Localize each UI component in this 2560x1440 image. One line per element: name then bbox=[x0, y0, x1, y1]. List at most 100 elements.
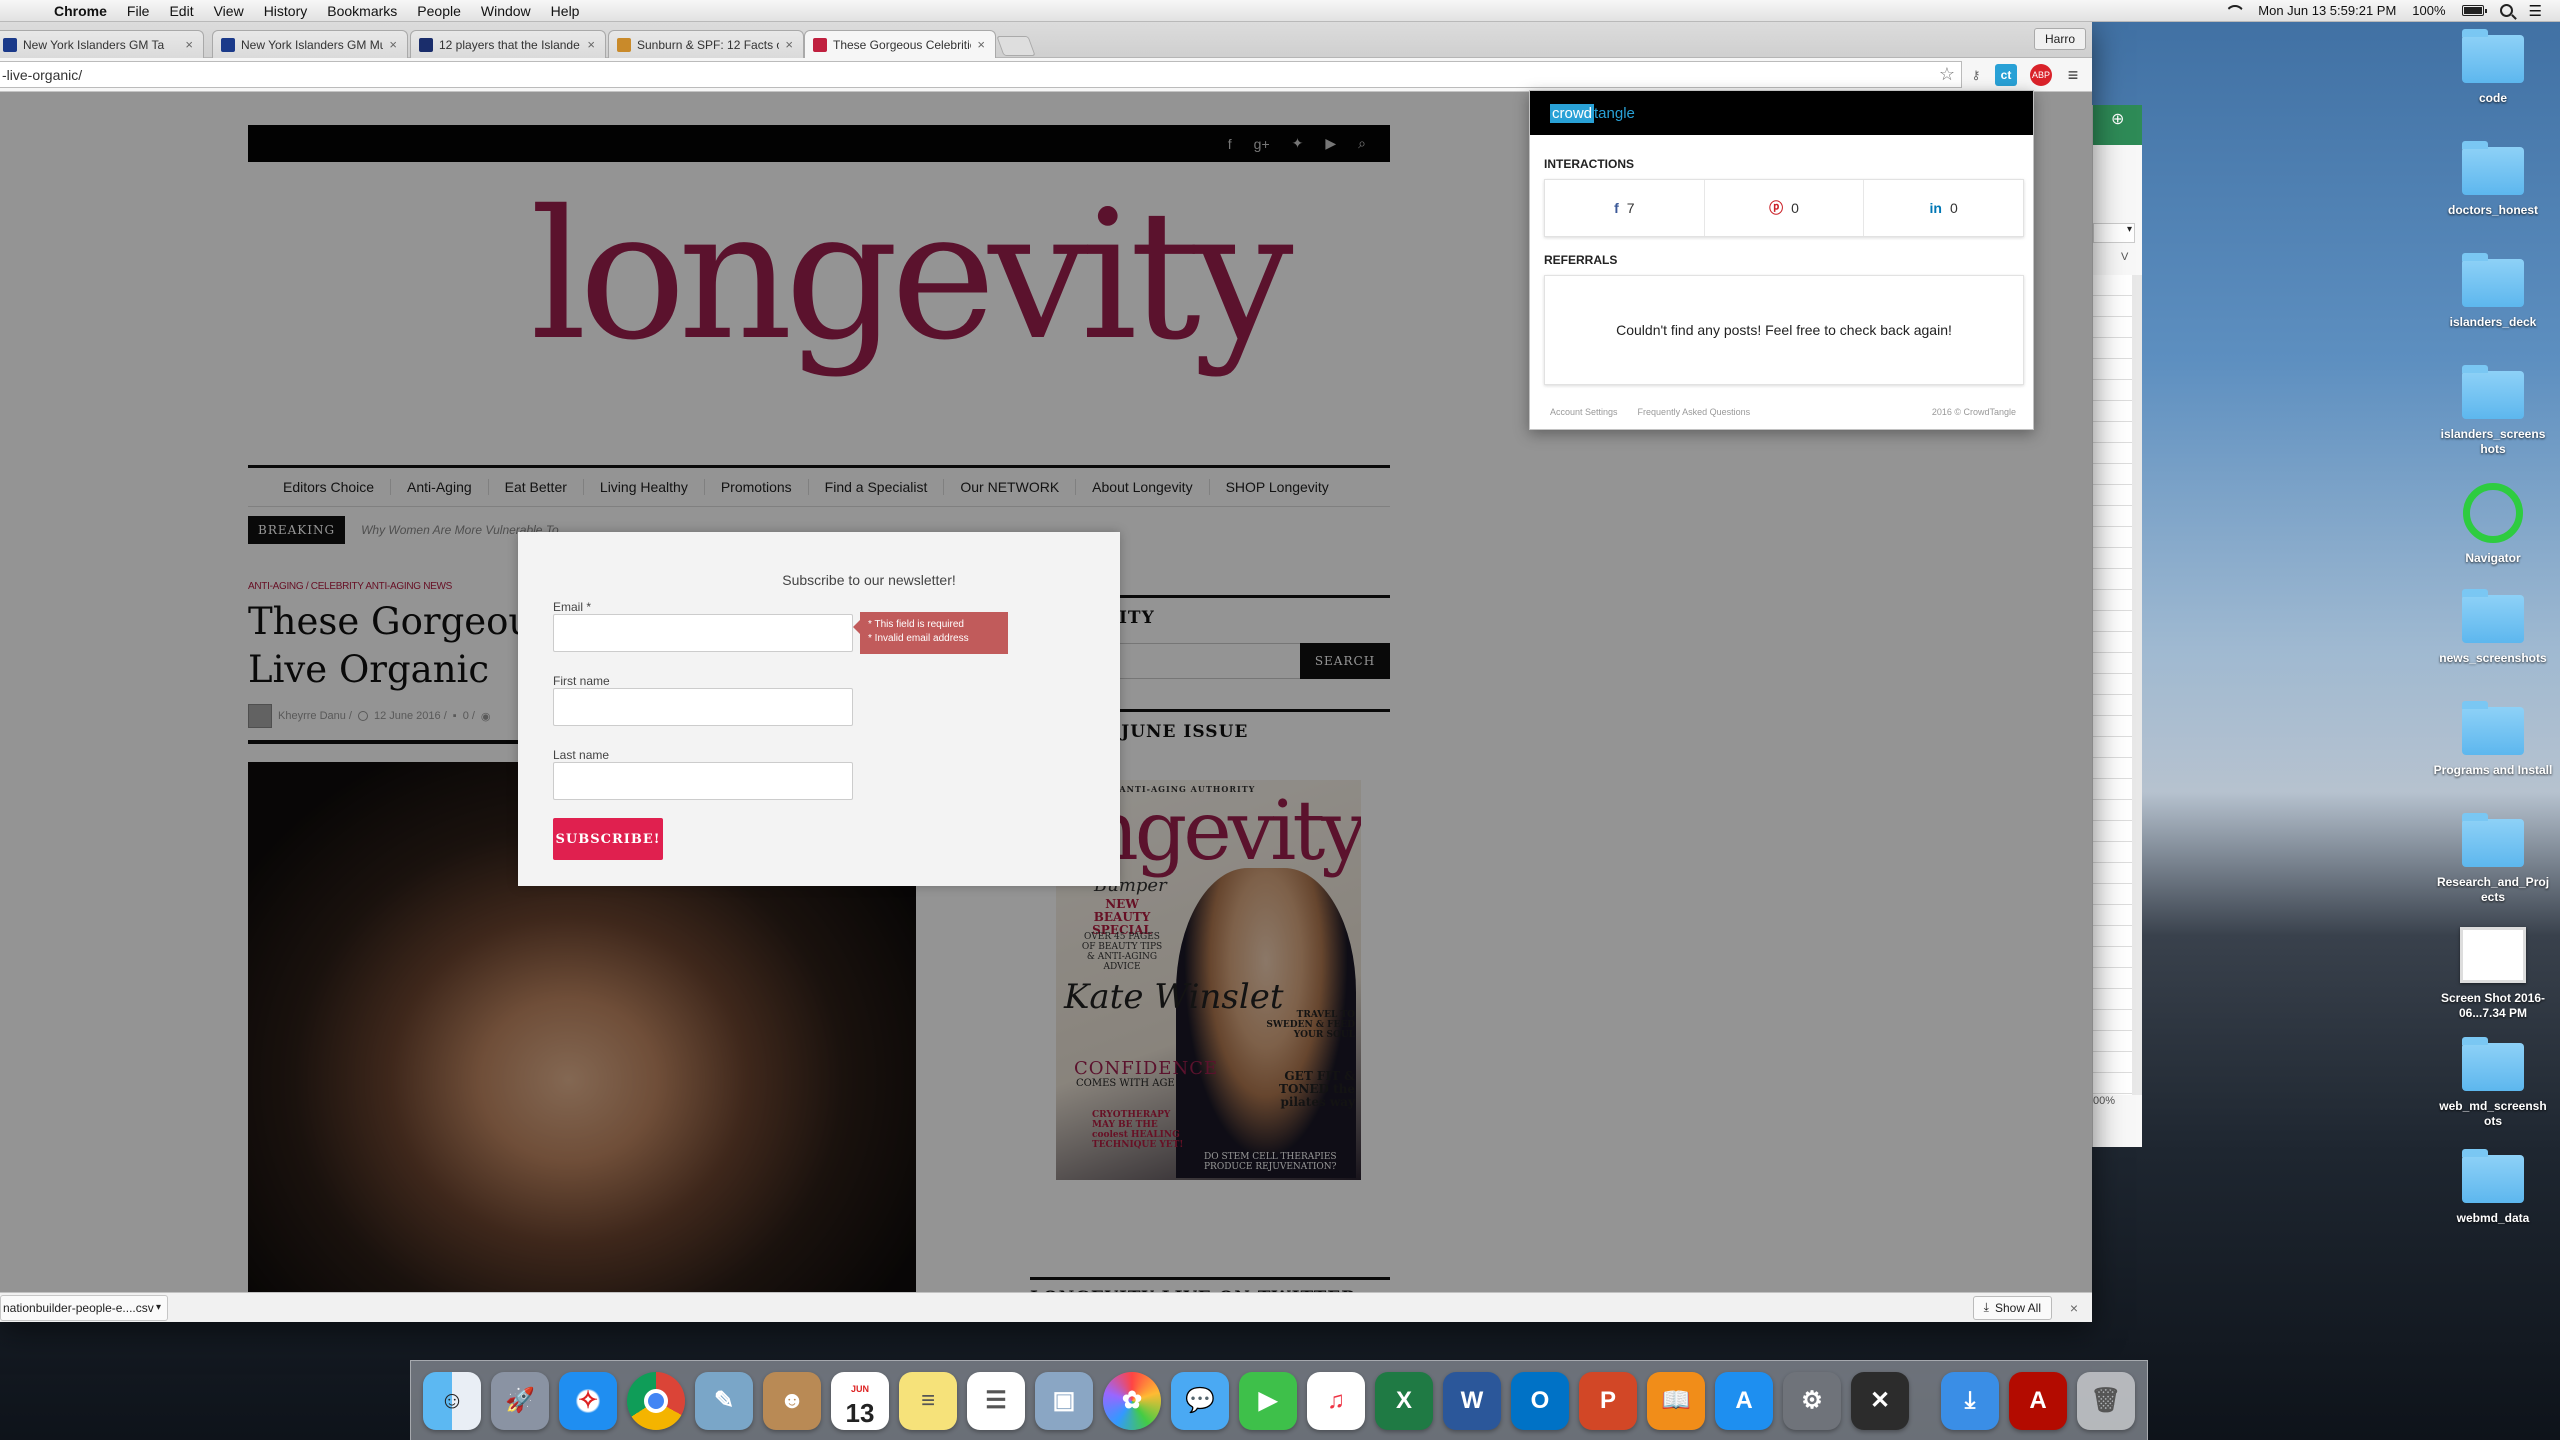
menu-file[interactable]: File bbox=[117, 3, 160, 19]
referrals-panel: Couldn't find any posts! Feel free to ch… bbox=[1544, 275, 2024, 385]
bookmark-star-icon[interactable]: ☆ bbox=[1939, 64, 1955, 85]
preview-icon[interactable]: ✎ bbox=[695, 1371, 753, 1430]
add-person-icon[interactable]: ⊕ bbox=[2093, 105, 2142, 145]
app-store-icon[interactable]: A bbox=[1715, 1371, 1773, 1430]
address-bar[interactable]: -live-organic/ ☆ bbox=[0, 61, 1962, 88]
trash-icon[interactable]: 🗑 bbox=[2077, 1371, 2135, 1430]
show-all-downloads-button[interactable]: ⤓ Show All bbox=[1972, 1295, 2052, 1320]
tab-3[interactable]: 12 players that the Islande × bbox=[410, 30, 606, 58]
photos-icon[interactable]: ✿ bbox=[1103, 1371, 1161, 1430]
chevron-down-icon[interactable]: ▾ bbox=[156, 1302, 161, 1313]
faq-link[interactable]: Frequently Asked Questions bbox=[1638, 407, 1751, 417]
tab-title: These Gorgeous Celebritie bbox=[833, 37, 972, 52]
itunes-icon[interactable]: ♫ bbox=[1307, 1371, 1365, 1430]
extension-key-icon[interactable]: ⚷ bbox=[1965, 64, 1987, 86]
desktop-file-screenshot[interactable]: Screen Shot 2016-06...7.34 PM bbox=[2433, 927, 2553, 1021]
desktop-folder-islanders-screenshots[interactable]: islanders_screens hots bbox=[2433, 365, 2553, 457]
word-icon[interactable]: W bbox=[1443, 1371, 1501, 1430]
email-field[interactable] bbox=[553, 614, 853, 652]
tab-1[interactable]: New York Islanders GM Ta × bbox=[0, 30, 204, 58]
menu-view[interactable]: View bbox=[204, 3, 254, 19]
reminders-icon[interactable]: ☰ bbox=[967, 1371, 1025, 1430]
subscribe-button[interactable]: SUBSCRIBE! bbox=[553, 818, 663, 860]
tab-2[interactable]: New York Islanders GM Mu × bbox=[212, 30, 408, 58]
desktop-folder-research[interactable]: Research_and_Proj ects bbox=[2433, 813, 2553, 905]
ibooks-icon[interactable]: 📖 bbox=[1647, 1371, 1705, 1430]
outlook-icon[interactable]: O bbox=[1511, 1371, 1569, 1430]
menu-help[interactable]: Help bbox=[541, 3, 590, 19]
notification-center-icon[interactable]: ☰ bbox=[2529, 2, 2542, 20]
messages-icon[interactable]: 💬 bbox=[1171, 1371, 1229, 1430]
clock[interactable]: Mon Jun 13 5:59:21 PM bbox=[2258, 3, 2396, 18]
x11-icon[interactable]: ✕ bbox=[1851, 1371, 1909, 1430]
folder-icon bbox=[2462, 813, 2524, 867]
acrobat-icon[interactable]: A bbox=[2009, 1371, 2067, 1430]
crowdtangle-popup: crowd tangle INTERACTIONS f 7 ⓟ 0 in 0 RE… bbox=[1529, 90, 2034, 430]
tab-title: New York Islanders GM Mu bbox=[241, 37, 384, 52]
facebook-interactions[interactable]: f 7 bbox=[1545, 180, 1705, 236]
photo-booth-icon[interactable]: ▣ bbox=[1035, 1371, 1093, 1430]
menu-app-name[interactable]: Chrome bbox=[44, 3, 117, 19]
close-tab-icon[interactable]: × bbox=[389, 37, 397, 52]
crowdtangle-extension-icon[interactable]: ct bbox=[1995, 64, 2017, 86]
calendar-month: JUN bbox=[850, 1383, 869, 1394]
system-preferences-icon[interactable]: ⚙ bbox=[1783, 1371, 1841, 1430]
close-tab-icon[interactable]: × bbox=[587, 37, 595, 52]
chrome-icon[interactable] bbox=[627, 1371, 685, 1430]
linkedin-count: 0 bbox=[1950, 200, 1958, 216]
account-settings-link[interactable]: Account Settings bbox=[1550, 407, 1618, 417]
wifi-icon[interactable] bbox=[2224, 5, 2242, 17]
download-icon: ⤓ bbox=[1983, 1300, 1989, 1314]
tab-4[interactable]: Sunburn & SPF: 12 Facts o × bbox=[608, 30, 804, 58]
tab-5-active[interactable]: These Gorgeous Celebritie × bbox=[804, 30, 996, 58]
desktop-folder-islanders-deck[interactable]: islanders_deck bbox=[2433, 253, 2553, 330]
desktop-icon-label: Research_and_Proj ects bbox=[2436, 875, 2550, 904]
download-item[interactable]: nationbuilder-people-e....csv ▾ bbox=[0, 1294, 168, 1321]
close-tab-icon[interactable]: × bbox=[185, 37, 193, 52]
linkedin-interactions[interactable]: in 0 bbox=[1864, 180, 2023, 236]
adblock-extension-icon[interactable]: ABP bbox=[2030, 64, 2052, 86]
menu-history[interactable]: History bbox=[254, 3, 318, 19]
interactions-heading: INTERACTIONS bbox=[1544, 157, 1634, 171]
close-tab-icon[interactable]: × bbox=[977, 37, 985, 52]
contacts-icon[interactable]: ☻ bbox=[763, 1371, 821, 1430]
finder-icon[interactable]: ☺ bbox=[423, 1371, 481, 1430]
safari-icon[interactable]: ✧ bbox=[559, 1371, 617, 1430]
first-name-field[interactable] bbox=[553, 688, 853, 726]
desktop-folder-programs[interactable]: Programs and Install bbox=[2433, 701, 2553, 778]
menu-bookmarks[interactable]: Bookmarks bbox=[317, 3, 407, 19]
downloads-stack-icon[interactable]: ⤓ bbox=[1941, 1371, 1999, 1430]
close-download-shelf-icon[interactable]: × bbox=[2070, 1300, 2078, 1316]
desktop-app-navigator[interactable]: Navigator bbox=[2433, 483, 2553, 566]
zoom-level[interactable]: 00% bbox=[2093, 1095, 2115, 1107]
tab-title: New York Islanders GM Ta bbox=[23, 37, 165, 52]
sheet-grid[interactable] bbox=[2093, 275, 2135, 1095]
launchpad-icon[interactable]: 🚀 bbox=[491, 1371, 549, 1430]
pinterest-interactions[interactable]: ⓟ 0 bbox=[1705, 180, 1865, 236]
dropdown-chevron-icon[interactable]: ▾ bbox=[2093, 223, 2135, 243]
spotlight-icon[interactable] bbox=[2499, 4, 2513, 17]
spreadsheet-window[interactable]: ⊕ ▾ V 00% bbox=[2092, 105, 2142, 1147]
menu-window[interactable]: Window bbox=[471, 3, 541, 19]
profile-button[interactable]: Harro bbox=[2033, 28, 2086, 50]
desktop-folder-news-screenshots[interactable]: news_screenshots bbox=[2433, 589, 2553, 666]
sheet-scrollbar[interactable] bbox=[2132, 275, 2142, 1095]
folder-icon bbox=[2462, 701, 2524, 755]
desktop-folder-web-md[interactable]: web_md_screensh ots bbox=[2433, 1037, 2553, 1129]
desktop-folder-webmd-data[interactable]: webmd_data bbox=[2433, 1149, 2553, 1226]
menu-people[interactable]: People bbox=[407, 3, 471, 19]
last-name-field[interactable] bbox=[553, 762, 853, 800]
battery-icon[interactable] bbox=[2461, 5, 2487, 16]
calendar-icon[interactable]: JUN 13 bbox=[831, 1371, 889, 1430]
powerpoint-icon[interactable]: P bbox=[1579, 1371, 1637, 1430]
new-tab-button[interactable] bbox=[996, 36, 1036, 56]
close-tab-icon[interactable]: × bbox=[785, 37, 793, 52]
chrome-menu-icon[interactable]: ≡ bbox=[2062, 64, 2084, 86]
notes-icon[interactable]: ≡ bbox=[899, 1371, 957, 1430]
modal-title: Subscribe to our newsletter! bbox=[782, 572, 956, 588]
menu-edit[interactable]: Edit bbox=[159, 3, 203, 19]
facetime-icon[interactable]: ▶ bbox=[1239, 1371, 1297, 1430]
excel-icon[interactable]: X bbox=[1375, 1371, 1433, 1430]
desktop-folder-doctors-honest[interactable]: doctors_honest bbox=[2433, 141, 2553, 218]
desktop-folder-code[interactable]: code bbox=[2433, 29, 2553, 106]
